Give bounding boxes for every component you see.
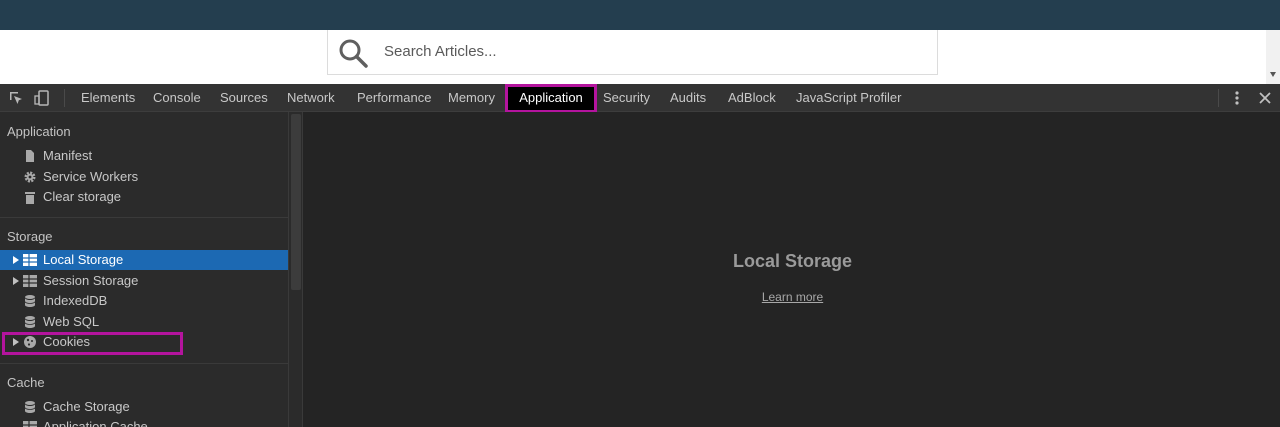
sidebar-scrollbar[interactable] bbox=[288, 112, 303, 427]
gear-icon bbox=[24, 171, 36, 183]
database-icon bbox=[24, 316, 36, 328]
search-input[interactable]: Search Articles... bbox=[327, 30, 938, 75]
sidebar-item-label: Cache Storage bbox=[43, 399, 130, 414]
section-title-application: Application bbox=[7, 124, 71, 139]
inspect-element-icon[interactable] bbox=[8, 90, 24, 106]
section-title-cache: Cache bbox=[7, 375, 45, 390]
grid-icon bbox=[23, 275, 37, 287]
sidebar-item-label: Service Workers bbox=[43, 169, 139, 184]
storage-view-panel: Local Storage Learn more bbox=[303, 112, 1280, 427]
tab-javascript-profiler[interactable]: JavaScript Profiler bbox=[796, 84, 901, 112]
more-options-icon[interactable] bbox=[1230, 90, 1244, 106]
tab-audits[interactable]: Audits bbox=[670, 84, 706, 112]
devtools-panel: Elements Console Sources Network Perform… bbox=[0, 84, 1280, 427]
section-divider bbox=[0, 217, 288, 218]
application-tab-highlight bbox=[505, 84, 597, 113]
database-icon bbox=[24, 401, 36, 413]
close-icon[interactable] bbox=[1258, 91, 1272, 105]
sidebar-item-indexeddb[interactable]: IndexedDB bbox=[0, 291, 288, 311]
page-header-bar bbox=[0, 0, 1280, 30]
toolbar-divider bbox=[1218, 89, 1219, 107]
sidebar-item-label: IndexedDB bbox=[43, 293, 108, 308]
sidebar-item-session-storage[interactable]: Session Storage bbox=[0, 271, 288, 291]
sidebar-item-local-storage[interactable]: Local Storage bbox=[0, 250, 288, 270]
tab-console[interactable]: Console bbox=[153, 84, 201, 112]
sidebar-item-label: Manifest bbox=[43, 148, 93, 163]
toolbar-divider bbox=[64, 89, 65, 107]
sidebar-item-label: Local Storage bbox=[43, 252, 124, 267]
sidebar-item-manifest[interactable]: Manifest bbox=[0, 146, 288, 166]
tab-memory[interactable]: Memory bbox=[448, 84, 495, 112]
tab-network[interactable]: Network bbox=[287, 84, 335, 112]
expand-arrow-icon[interactable] bbox=[13, 277, 19, 285]
application-sidebar: Application Manifest Service Workers Cle… bbox=[0, 112, 288, 427]
sidebar-item-application-cache[interactable]: Application Cache bbox=[0, 417, 288, 427]
sidebar-item-service-workers[interactable]: Service Workers bbox=[0, 167, 288, 187]
trash-icon bbox=[25, 192, 35, 204]
cookies-highlight bbox=[2, 332, 183, 355]
tab-sources[interactable]: Sources bbox=[220, 84, 268, 112]
device-toolbar-icon[interactable] bbox=[34, 90, 50, 106]
search-placeholder: Search Articles... bbox=[384, 43, 497, 60]
search-icon[interactable] bbox=[337, 37, 369, 69]
sidebar-item-cache-storage[interactable]: Cache Storage bbox=[0, 397, 288, 417]
expand-arrow-icon[interactable] bbox=[13, 256, 19, 264]
empty-state-title: Local Storage bbox=[732, 251, 853, 271]
tab-elements[interactable]: Elements bbox=[81, 84, 135, 112]
scroll-down-arrow-icon[interactable] bbox=[1270, 72, 1276, 77]
tab-adblock[interactable]: AdBlock bbox=[728, 84, 776, 112]
tab-security[interactable]: Security bbox=[603, 84, 650, 112]
grid-icon bbox=[23, 254, 37, 266]
sidebar-item-web-sql[interactable]: Web SQL bbox=[0, 312, 288, 332]
section-title-storage: Storage bbox=[7, 229, 53, 244]
tab-performance[interactable]: Performance bbox=[357, 84, 431, 112]
sidebar-scrollbar-thumb[interactable] bbox=[291, 114, 301, 290]
sidebar-item-label: Web SQL bbox=[43, 314, 100, 329]
sidebar-item-clear-storage[interactable]: Clear storage bbox=[0, 187, 288, 207]
sidebar-item-label: Clear storage bbox=[43, 189, 122, 204]
sidebar-item-label: Application Cache bbox=[43, 419, 148, 427]
learn-more-link[interactable]: Learn more bbox=[303, 290, 1280, 304]
document-icon bbox=[26, 150, 34, 162]
database-icon bbox=[24, 295, 36, 307]
grid-icon bbox=[23, 421, 37, 427]
section-divider bbox=[0, 363, 288, 364]
devtools-toolbar: Elements Console Sources Network Perform… bbox=[0, 84, 1280, 113]
sidebar-item-label: Session Storage bbox=[43, 273, 139, 288]
